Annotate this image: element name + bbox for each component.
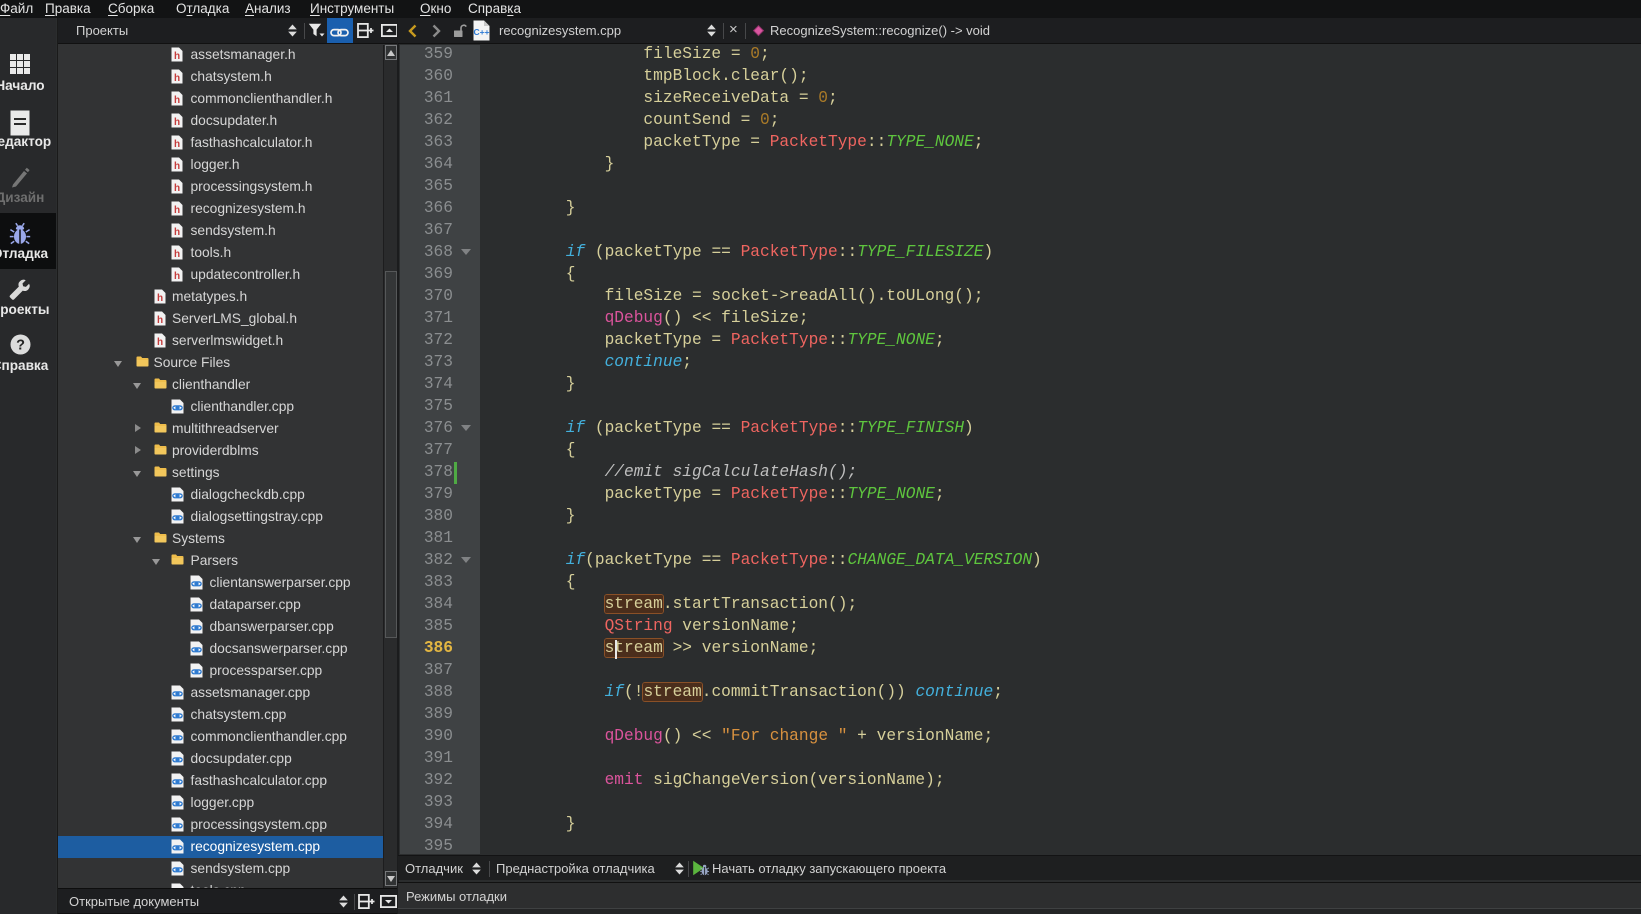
svg-text:h: h: [174, 227, 180, 238]
svg-text:h: h: [174, 205, 180, 216]
svg-text:h: h: [174, 161, 180, 172]
svg-text:C++: C++: [473, 27, 489, 37]
svg-text:?: ?: [16, 338, 25, 354]
svg-text:h: h: [174, 271, 180, 282]
svg-text:h: h: [174, 117, 180, 128]
svg-text:h: h: [174, 51, 180, 62]
svg-text:h: h: [174, 183, 180, 194]
svg-text:h: h: [174, 139, 180, 150]
svg-text:h: h: [157, 293, 163, 304]
svg-text:h: h: [174, 249, 180, 260]
svg-text:h: h: [174, 73, 180, 84]
svg-text:h: h: [174, 95, 180, 106]
svg-text:h: h: [157, 315, 163, 326]
svg-text:h: h: [157, 337, 163, 348]
